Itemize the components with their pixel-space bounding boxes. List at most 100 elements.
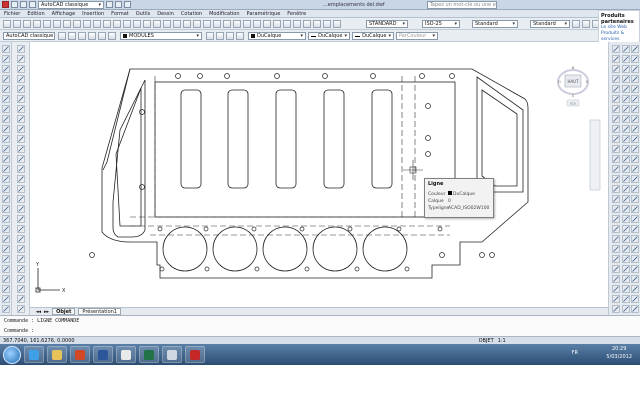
standard-tool-26-icon[interactable] bbox=[263, 20, 271, 28]
draw-tool-icon[interactable] bbox=[2, 305, 10, 313]
standard-tool-8-icon[interactable] bbox=[83, 20, 91, 28]
dimension-tool-icon[interactable] bbox=[631, 155, 639, 163]
partner-link-1[interactable]: Le site Web Produits & bbox=[601, 25, 637, 37]
draw-tool-icon[interactable] bbox=[2, 65, 10, 73]
modify-tool-icon[interactable] bbox=[17, 165, 25, 173]
model-button[interactable]: OBJET bbox=[479, 338, 494, 344]
standard-tool-7-icon[interactable] bbox=[73, 20, 81, 28]
annotation-scale[interactable]: 1:1 bbox=[498, 338, 506, 344]
modify-tool-icon[interactable] bbox=[17, 245, 25, 253]
standard-tool-33-icon[interactable] bbox=[333, 20, 341, 28]
standard-tool-19-icon[interactable] bbox=[193, 20, 201, 28]
dimension-tool-icon[interactable] bbox=[631, 95, 639, 103]
dimension-tool-icon[interactable] bbox=[612, 245, 620, 253]
dimension-tool-icon[interactable] bbox=[631, 245, 639, 253]
layer2-tool-0-icon[interactable] bbox=[206, 32, 214, 40]
dimension-tool-icon[interactable] bbox=[622, 295, 630, 303]
draw-tool-icon[interactable] bbox=[2, 285, 10, 293]
dimension-tool-icon[interactable] bbox=[631, 145, 639, 153]
draw-tool-icon[interactable] bbox=[2, 245, 10, 253]
menu-item[interactable]: Dessin bbox=[157, 11, 174, 17]
standard-tool-1-icon[interactable] bbox=[13, 20, 21, 28]
tab-nav-next-icon[interactable]: ▸▸ bbox=[44, 309, 49, 315]
draw-tool-icon[interactable] bbox=[2, 105, 10, 113]
lineweight-select[interactable]: DuCalque ▾ bbox=[352, 32, 394, 40]
modify-tool-icon[interactable] bbox=[17, 225, 25, 233]
command-prompt[interactable]: Commande : bbox=[4, 328, 34, 334]
standard-tool-3-icon[interactable] bbox=[33, 20, 41, 28]
layer-tool-4-icon[interactable] bbox=[98, 32, 106, 40]
dimension-tool-icon[interactable] bbox=[622, 175, 630, 183]
menu-item[interactable]: Format bbox=[111, 11, 129, 17]
draw-tool-icon[interactable] bbox=[2, 85, 10, 93]
modify-tool-icon[interactable] bbox=[17, 85, 25, 93]
standard-tool-17-icon[interactable] bbox=[173, 20, 181, 28]
dimension-tool-icon[interactable] bbox=[622, 75, 630, 83]
dimension-tool-icon[interactable] bbox=[631, 265, 639, 273]
dimension-tool-icon[interactable] bbox=[622, 265, 630, 273]
plot-style-select[interactable]: ParCouleur ▾ bbox=[396, 32, 438, 40]
menu-item[interactable]: Edition bbox=[27, 11, 44, 17]
layer-tool-1-icon[interactable] bbox=[68, 32, 76, 40]
modify-tool-icon[interactable] bbox=[17, 195, 25, 203]
redo-icon[interactable] bbox=[115, 1, 122, 8]
taskbar-excel[interactable] bbox=[139, 346, 159, 363]
dimension-tool-icon[interactable] bbox=[631, 225, 639, 233]
modify-tool-icon[interactable] bbox=[17, 215, 25, 223]
style-tool-0-icon[interactable] bbox=[572, 20, 580, 28]
modify-tool-icon[interactable] bbox=[17, 115, 25, 123]
dimension-tool-icon[interactable] bbox=[622, 275, 630, 283]
draw-tool-icon[interactable] bbox=[2, 185, 10, 193]
dimension-tool-icon[interactable] bbox=[622, 185, 630, 193]
menu-item[interactable]: Insertion bbox=[82, 11, 104, 17]
taskbar-word[interactable] bbox=[93, 346, 113, 363]
modify-tool-icon[interactable] bbox=[17, 185, 25, 193]
dimension-tool-icon[interactable] bbox=[612, 295, 620, 303]
new-icon[interactable] bbox=[11, 1, 18, 8]
modify-tool-icon[interactable] bbox=[17, 135, 25, 143]
dimension-tool-icon[interactable] bbox=[631, 205, 639, 213]
dimension-tool-icon[interactable] bbox=[622, 45, 630, 53]
standard-tool-0-icon[interactable] bbox=[3, 20, 11, 28]
tab-model[interactable]: Objet bbox=[52, 308, 76, 315]
dimension-tool-icon[interactable] bbox=[622, 255, 630, 263]
dimension-tool-icon[interactable] bbox=[631, 195, 639, 203]
standard-tool-20-icon[interactable] bbox=[203, 20, 211, 28]
dimension-tool-icon[interactable] bbox=[612, 195, 620, 203]
dimension-tool-icon[interactable] bbox=[612, 165, 620, 173]
draw-tool-icon[interactable] bbox=[2, 95, 10, 103]
dimension-tool-icon[interactable] bbox=[622, 225, 630, 233]
language-indicator[interactable]: FR bbox=[572, 350, 578, 356]
draw-tool-icon[interactable] bbox=[2, 125, 10, 133]
tab-nav-first-icon[interactable]: ◂◂ bbox=[36, 309, 41, 315]
layer-select[interactable]: MODULES ▾ bbox=[120, 32, 202, 40]
dimension-tool-icon[interactable] bbox=[612, 45, 620, 53]
dimension-tool-icon[interactable] bbox=[631, 125, 639, 133]
dimension-tool-icon[interactable] bbox=[612, 275, 620, 283]
dimension-tool-icon[interactable] bbox=[622, 135, 630, 143]
standard-tool-6-icon[interactable] bbox=[63, 20, 71, 28]
search-input[interactable]: Tapez un mot-clé ou une expression bbox=[426, 0, 497, 9]
draw-tool-icon[interactable] bbox=[2, 235, 10, 243]
modify-tool-icon[interactable] bbox=[17, 265, 25, 273]
mleader-style-select[interactable]: Standard ▾ bbox=[530, 20, 570, 28]
standard-tool-18-icon[interactable] bbox=[183, 20, 191, 28]
modify-tool-icon[interactable] bbox=[17, 105, 25, 113]
dimension-tool-icon[interactable] bbox=[622, 285, 630, 293]
save-icon[interactable] bbox=[29, 1, 36, 8]
dimension-tool-icon[interactable] bbox=[631, 185, 639, 193]
dimension-tool-icon[interactable] bbox=[631, 275, 639, 283]
layer-tool-0-icon[interactable] bbox=[58, 32, 66, 40]
menu-item[interactable]: Outils bbox=[136, 11, 150, 17]
standard-tool-22-icon[interactable] bbox=[223, 20, 231, 28]
start-button[interactable] bbox=[3, 345, 21, 364]
modify-tool-icon[interactable] bbox=[17, 75, 25, 83]
draw-tool-icon[interactable] bbox=[2, 155, 10, 163]
dimension-tool-icon[interactable] bbox=[612, 175, 620, 183]
plot-icon[interactable] bbox=[124, 1, 131, 8]
dimension-tool-icon[interactable] bbox=[622, 205, 630, 213]
app-menu-icon[interactable] bbox=[2, 1, 9, 8]
dimension-tool-icon[interactable] bbox=[631, 135, 639, 143]
modify-tool-icon[interactable] bbox=[17, 155, 25, 163]
modify-tool-icon[interactable] bbox=[17, 45, 25, 53]
